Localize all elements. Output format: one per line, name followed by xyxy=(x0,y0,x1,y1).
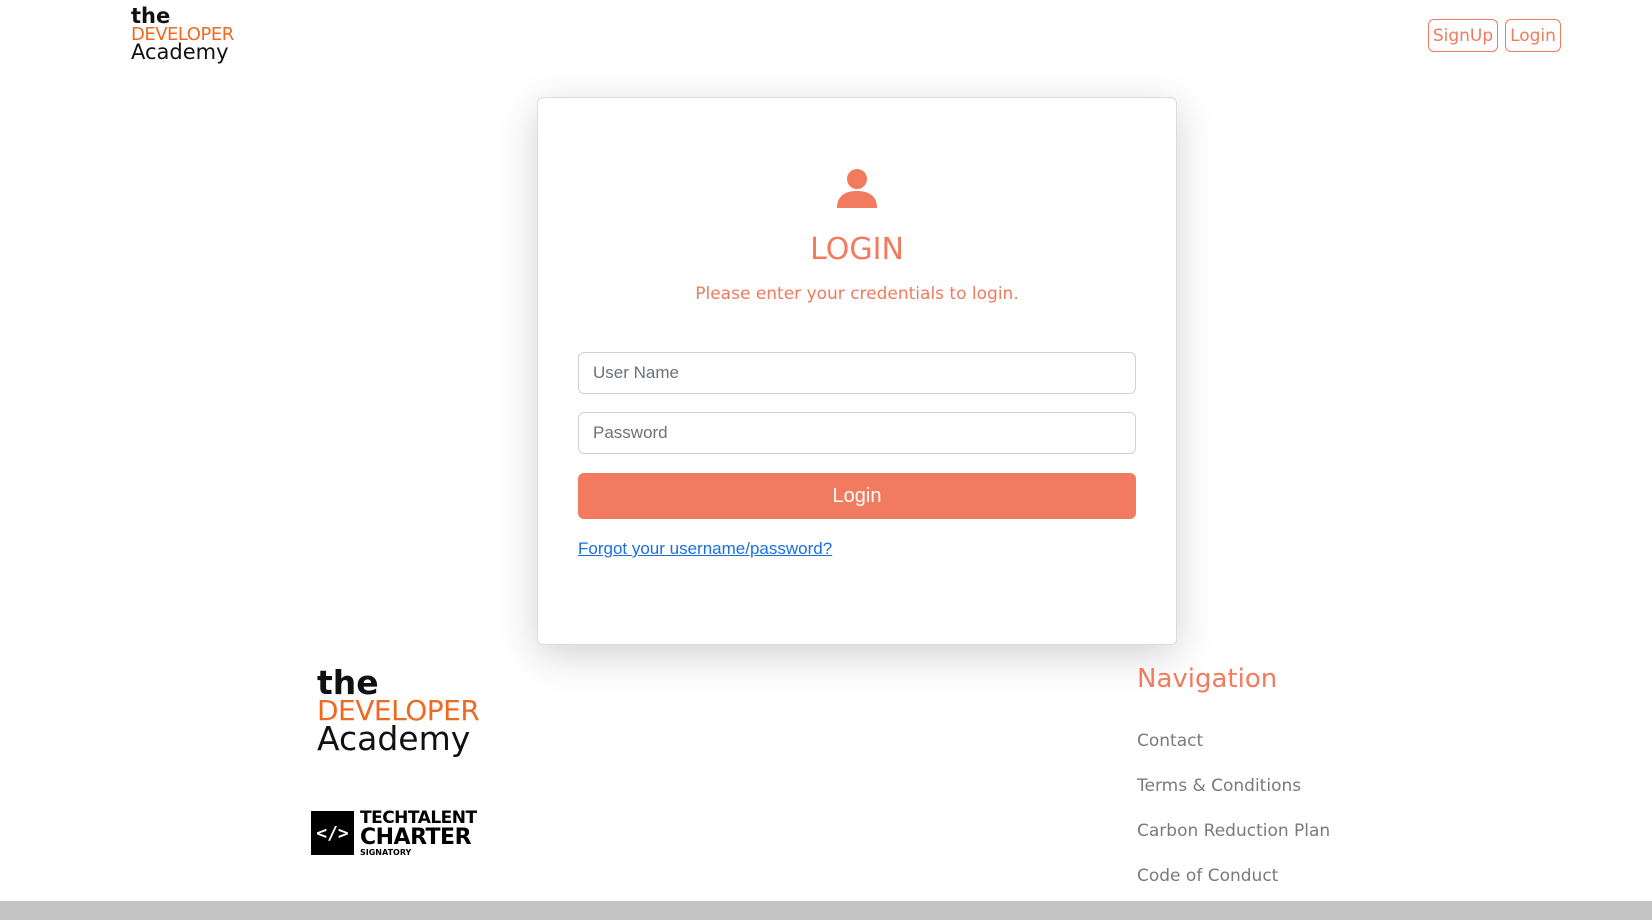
charter-text-charter: CHARTER xyxy=(360,824,472,850)
login-submit-button[interactable]: Login xyxy=(578,473,1136,519)
login-title: LOGIN xyxy=(810,232,904,267)
username-input[interactable] xyxy=(578,352,1136,394)
code-icon: </> xyxy=(311,811,354,855)
header-logo[interactable]: the DEVELOPER Academy xyxy=(131,6,234,63)
login-nav-button[interactable]: Login xyxy=(1505,19,1561,52)
footer-logo-text-academy: Academy xyxy=(317,719,471,758)
footer-link-code-of-conduct[interactable]: Code of Conduct xyxy=(1137,866,1278,886)
horizontal-scrollbar[interactable] xyxy=(0,901,1652,920)
password-input[interactable] xyxy=(578,412,1136,454)
charter-text-techtalent: TECHTALENT xyxy=(360,807,477,828)
techtalent-charter-badge: </> TECHTALENT CHARTER SIGNATORY xyxy=(311,807,477,857)
footer-link-contact[interactable]: Contact xyxy=(1137,731,1203,751)
charter-text-signatory: SIGNATORY xyxy=(360,847,412,857)
login-card: LOGIN Please enter your credentials to l… xyxy=(537,97,1177,645)
forgot-credentials-link[interactable]: Forgot your username/password? xyxy=(578,539,832,559)
footer-link-carbon-reduction[interactable]: Carbon Reduction Plan xyxy=(1137,821,1330,841)
signup-button[interactable]: SignUp xyxy=(1428,19,1498,52)
logo-text-academy: Academy xyxy=(131,40,229,64)
login-subtitle: Please enter your credentials to login. xyxy=(695,284,1019,304)
user-icon xyxy=(837,169,877,208)
footer-link-terms[interactable]: Terms & Conditions xyxy=(1137,776,1301,796)
footer-navigation-title: Navigation xyxy=(1137,664,1278,694)
footer-logo: the DEVELOPER Academy xyxy=(317,666,480,758)
